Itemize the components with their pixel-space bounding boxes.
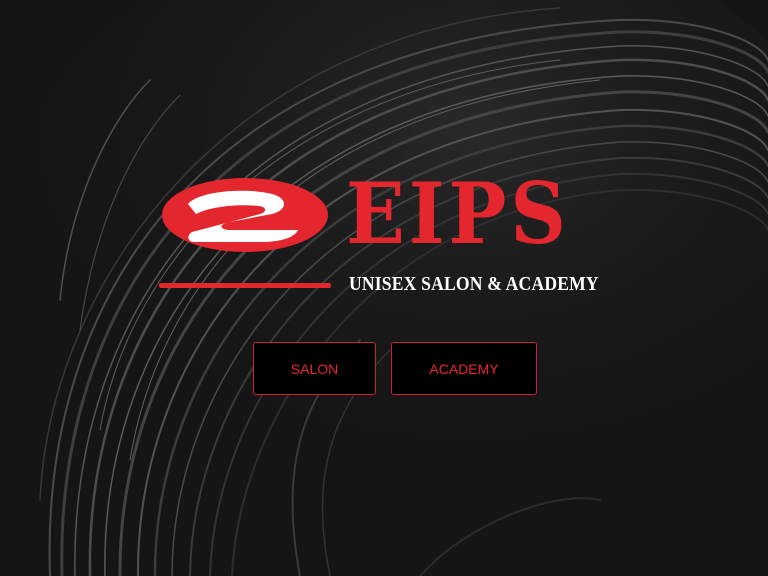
brand-name: EIPS bbox=[346, 164, 570, 263]
academy-button-label: ACADEMY bbox=[429, 360, 499, 377]
academy-button[interactable]: ACADEMY bbox=[391, 342, 537, 395]
divider bbox=[159, 283, 331, 288]
landing-page: EIPS UNISEX SALON & ACADEMY SALON ACADEM… bbox=[0, 0, 768, 576]
salon-button[interactable]: SALON bbox=[253, 342, 376, 395]
salon-button-label: SALON bbox=[290, 360, 339, 377]
brand-tagline: UNISEX SALON & ACADEMY bbox=[349, 273, 599, 295]
logo-emblem-icon bbox=[162, 178, 328, 252]
